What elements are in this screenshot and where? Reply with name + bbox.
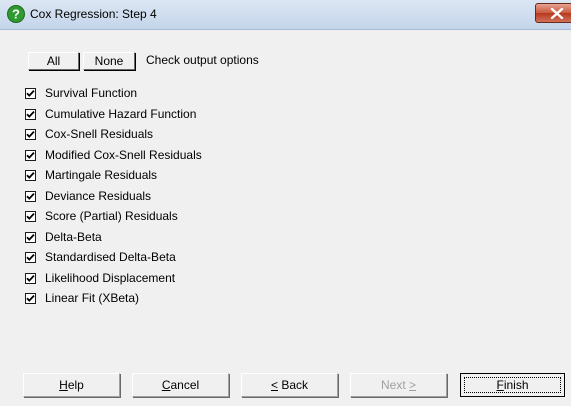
- option-label: Survival Function: [45, 86, 138, 100]
- checkmark-icon: [26, 274, 35, 282]
- checkmark-icon: [26, 110, 35, 118]
- option-label: Score (Partial) Residuals: [45, 209, 178, 223]
- back-label: < Back: [270, 378, 309, 392]
- option-label: Standardised Delta-Beta: [45, 250, 176, 264]
- help-question-icon: ?: [7, 5, 25, 23]
- checkmark-icon: [26, 130, 35, 138]
- checkbox[interactable]: [25, 88, 36, 99]
- finish-button[interactable]: Finish: [460, 373, 565, 397]
- checkmark-icon: [26, 151, 35, 159]
- option-label: Delta-Beta: [45, 229, 102, 244]
- back-button[interactable]: < Back: [241, 373, 338, 397]
- checkbox[interactable]: [25, 149, 36, 161]
- select-none-button[interactable]: None: [83, 52, 135, 70]
- cancel-label: Cancel: [161, 378, 200, 392]
- checkmark-icon: [26, 233, 35, 241]
- option-label: Martingale Residuals: [45, 168, 158, 182]
- close-button[interactable]: [535, 3, 571, 23]
- checkbox[interactable]: [25, 108, 36, 120]
- checkbox[interactable]: [25, 293, 36, 304]
- title-bar[interactable]: ? Cox Regression: Step 4: [0, 0, 571, 30]
- option-label: Likelihood Displacement: [45, 270, 176, 285]
- cancel-button[interactable]: Cancel: [132, 373, 229, 397]
- select-none-label: None: [94, 54, 124, 68]
- checkbox[interactable]: [25, 170, 36, 181]
- checkbox[interactable]: [25, 129, 36, 140]
- close-icon: [550, 8, 564, 19]
- option-label: Linear Fit (XBeta): [45, 291, 140, 305]
- cox-regression-dialog: ? Cox Regression: Step 4 All None Check …: [0, 0, 571, 406]
- checkmark-icon: [26, 253, 35, 261]
- finish-label: Finish: [496, 378, 529, 392]
- select-all-label: All: [46, 54, 61, 68]
- svg-text:?: ?: [12, 7, 20, 22]
- checkmark-icon: [26, 294, 35, 302]
- help-label: Help: [59, 378, 84, 392]
- checkbox[interactable]: [25, 272, 36, 284]
- checkbox[interactable]: [25, 231, 36, 243]
- next-button[interactable]: Next >: [350, 373, 447, 397]
- check-output-label: Check output options: [146, 53, 259, 67]
- checkmark-icon: [26, 89, 35, 97]
- window-title: Cox Regression: Step 4: [30, 7, 157, 21]
- checkbox[interactable]: [25, 211, 36, 222]
- next-label: Next >: [380, 378, 417, 392]
- select-all-button[interactable]: All: [28, 52, 79, 70]
- checkmark-icon: [26, 192, 35, 200]
- checkbox[interactable]: [25, 252, 36, 263]
- option-label: Deviance Residuals: [45, 188, 152, 203]
- help-button[interactable]: Help: [23, 373, 120, 397]
- option-label: Modified Cox-Snell Residuals: [45, 147, 202, 162]
- checkmark-icon: [26, 171, 35, 179]
- checkbox[interactable]: [25, 190, 36, 202]
- checkmark-icon: [26, 212, 35, 220]
- option-label: Cox-Snell Residuals: [45, 127, 154, 141]
- option-label: Cumulative Hazard Function: [45, 106, 197, 121]
